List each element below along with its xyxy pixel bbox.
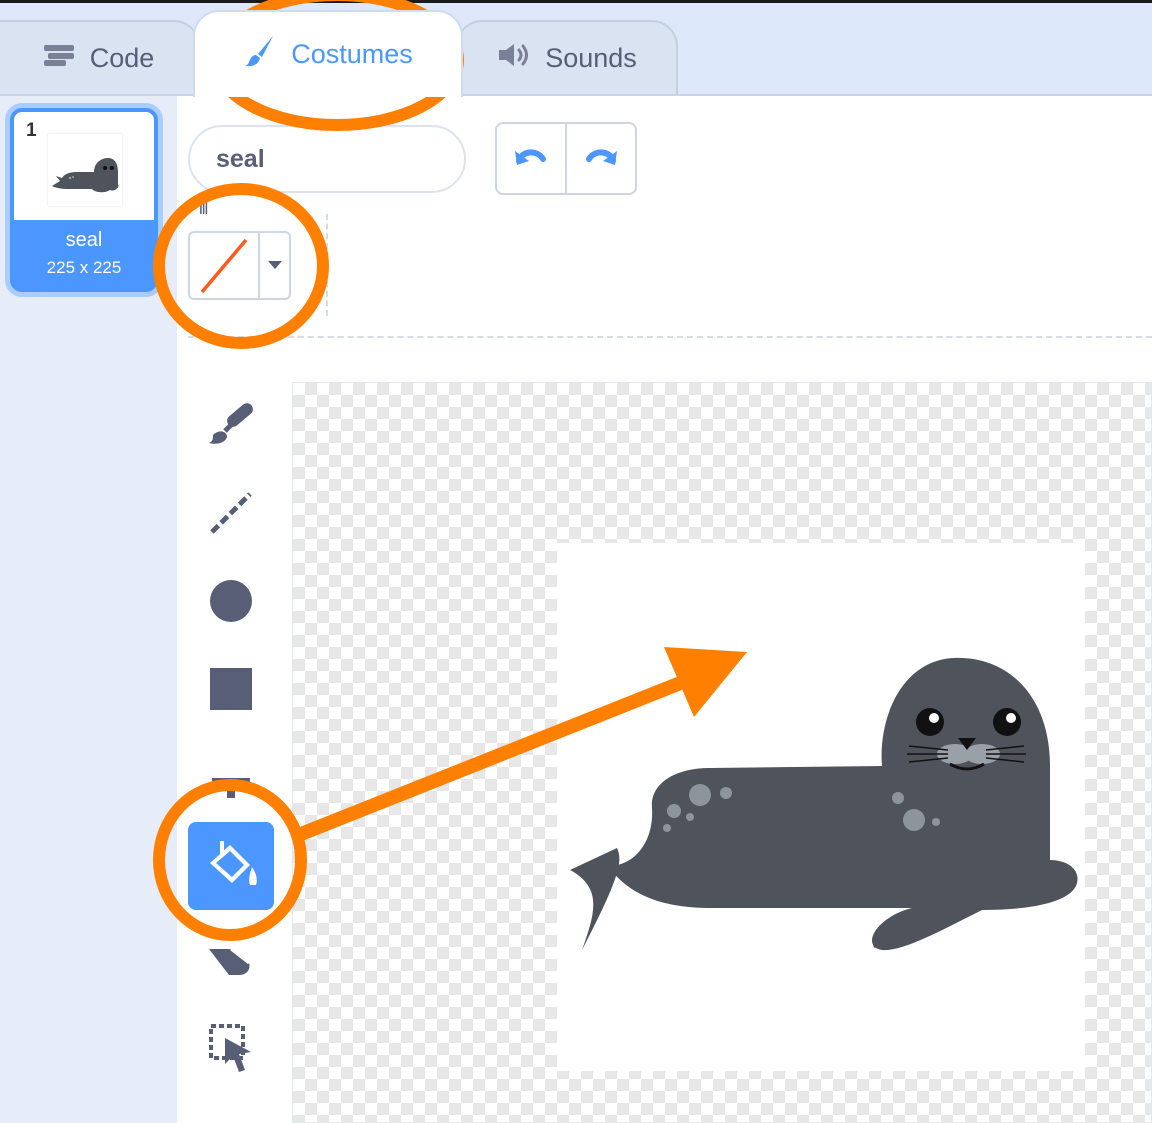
redo-button[interactable] [565,124,635,193]
costume-name-input[interactable] [188,125,466,193]
select-tool[interactable] [188,1000,274,1086]
tab-costumes-label: Costumes [291,39,413,69]
costume-number: 1 [26,120,37,141]
text-tool[interactable] [188,736,274,822]
seal-costume-image [570,657,1078,951]
eraser-tool[interactable] [188,912,274,998]
fill-color-swatch[interactable] [190,233,260,298]
color-dropdown-button[interactable] [260,233,289,298]
chevron-down-icon [267,257,283,275]
fill-label: lll [199,199,208,218]
tab-costumes[interactable]: Costumes [193,10,463,97]
fill-tool[interactable] [188,822,274,910]
redo-icon [583,145,619,172]
line-tool[interactable] [188,472,274,558]
paint-bucket-icon [200,833,262,900]
circle-icon [206,576,256,631]
speaker-icon [497,42,531,75]
tab-sounds[interactable]: Sounds [456,20,678,95]
rectangle-tool[interactable] [188,648,274,734]
brush-icon [243,34,277,75]
undo-button[interactable] [497,124,565,193]
costume-thumbnail: 1 [14,112,154,220]
costume-size-label: 225 x 225 [46,258,122,277]
undo-icon [513,145,549,172]
circle-tool[interactable] [188,560,274,646]
text-icon [208,754,254,805]
tab-sounds-label: Sounds [545,43,637,73]
rectangle-icon [207,666,255,717]
brush-icon [201,399,261,456]
toolbar-bottom-border [188,336,1152,338]
select-icon [201,1008,261,1079]
line-icon [206,488,256,543]
undo-redo-group [495,122,637,195]
seal-thumbnail-image [48,134,122,206]
tab-code-label: Code [89,43,155,73]
code-blocks-icon [43,43,76,74]
fill-color-picker[interactable] [188,231,291,300]
tab-code[interactable]: Code [0,20,200,95]
eraser-icon [201,923,261,988]
costume-name-label: seal [65,229,103,251]
brush-tool[interactable] [188,384,274,470]
costume-tile[interactable]: 1 seal 225 x 225 [10,108,158,292]
toolbar-separator [326,214,328,316]
